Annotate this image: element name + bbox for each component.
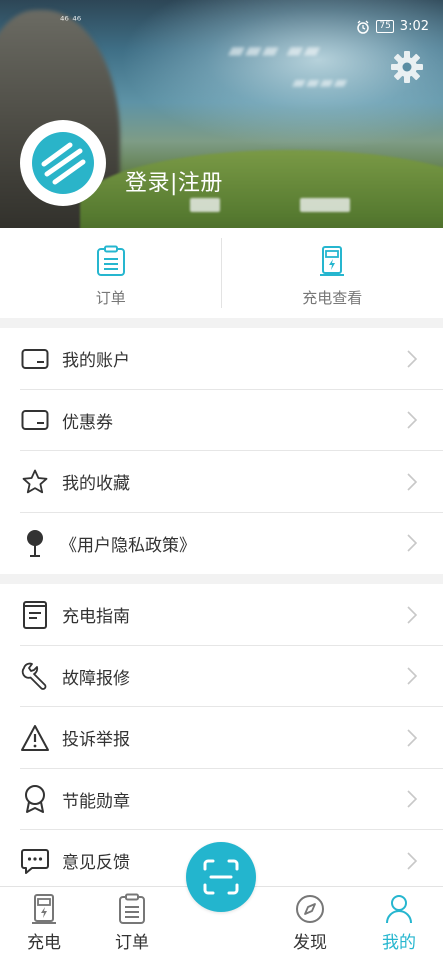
charger-station-icon bbox=[320, 245, 345, 276]
header-background-lettering: ▰▰▰ ▰▰ bbox=[228, 38, 321, 63]
chevron-right-icon bbox=[407, 729, 418, 747]
menu-item-fault-repair[interactable]: 故障报修 bbox=[0, 646, 443, 707]
pin-icon bbox=[27, 530, 43, 558]
menu-item-complaint-report[interactable]: 投诉举报 bbox=[0, 707, 443, 769]
menu-item-label: 意见反馈 bbox=[62, 853, 130, 874]
star-icon bbox=[22, 469, 48, 493]
status-bar: ⁴⁶ ⁴⁶ 75 3:02 bbox=[0, 0, 443, 34]
menu-item-label: 优惠券 bbox=[62, 412, 113, 433]
divider bbox=[221, 238, 222, 308]
medal-icon bbox=[25, 785, 45, 814]
nav-tab-label: 发现 bbox=[293, 933, 327, 953]
guide-book-icon bbox=[23, 600, 47, 629]
chevron-right-icon bbox=[407, 534, 418, 552]
settings-gear-icon[interactable] bbox=[390, 50, 424, 84]
avatar[interactable] bbox=[20, 120, 106, 206]
app-logo-icon bbox=[32, 132, 94, 194]
login-register-link[interactable]: 登录|注册 bbox=[125, 165, 223, 197]
menu-item-coupons[interactable]: 优惠券 bbox=[0, 390, 443, 451]
menu-group-account: 我的账户 优惠券 我的收藏 《用户隐私政策》 bbox=[0, 328, 443, 574]
battery-indicator: 75 bbox=[376, 20, 394, 33]
alarm-icon bbox=[357, 20, 370, 34]
order-clipboard-icon bbox=[119, 893, 145, 924]
menu-item-label: 《用户隐私政策》 bbox=[60, 535, 196, 556]
menu-item-label: 充电指南 bbox=[62, 607, 130, 628]
header-background-building bbox=[190, 198, 220, 212]
order-clipboard-icon bbox=[96, 245, 125, 276]
nav-tab-label: 充电 bbox=[27, 933, 61, 953]
menu-item-label: 故障报修 bbox=[62, 668, 130, 689]
status-time: 3:02 bbox=[399, 19, 429, 34]
nav-tab-label: 订单 bbox=[115, 933, 149, 953]
menu-item-label: 我的账户 bbox=[62, 351, 130, 372]
quick-actions: 订单 充电查看 bbox=[0, 228, 443, 318]
coupon-icon bbox=[21, 410, 49, 431]
profile-header: ▰▰▰ ▰▰ ▰▰▰▰ ⁴⁶ ⁴⁶ 75 3:02 登录|注册 bbox=[0, 0, 443, 228]
quick-action-label: 订单 bbox=[95, 288, 126, 307]
header-background-lettering: ▰▰▰▰ bbox=[292, 72, 348, 93]
menu-item-label: 节能勋章 bbox=[62, 791, 130, 812]
menu-item-energy-medal[interactable]: 节能勋章 bbox=[0, 769, 443, 830]
chevron-right-icon bbox=[407, 473, 418, 491]
nav-tab-mine[interactable]: 我的 bbox=[355, 887, 443, 960]
compass-icon bbox=[296, 895, 324, 923]
quick-action-label: 充电查看 bbox=[302, 288, 363, 307]
chevron-right-icon bbox=[407, 350, 418, 368]
wallet-icon bbox=[21, 348, 49, 369]
chevron-right-icon bbox=[407, 411, 418, 429]
chevron-right-icon bbox=[407, 790, 418, 808]
quick-action-charging-status[interactable]: 充电查看 bbox=[222, 228, 443, 318]
scan-button[interactable] bbox=[186, 842, 256, 912]
nav-tab-charging[interactable]: 充电 bbox=[0, 887, 88, 960]
wrench-icon bbox=[21, 662, 47, 691]
header-background-building bbox=[300, 198, 350, 212]
chat-bubble-icon bbox=[21, 848, 49, 874]
menu-item-my-account[interactable]: 我的账户 bbox=[0, 328, 443, 390]
nav-tab-orders[interactable]: 订单 bbox=[88, 887, 176, 960]
signal-indicator: ⁴⁶ ⁴⁶ bbox=[60, 14, 82, 27]
menu-item-charging-guide[interactable]: 充电指南 bbox=[0, 584, 443, 646]
chevron-right-icon bbox=[407, 667, 418, 685]
menu-item-favorites[interactable]: 我的收藏 bbox=[0, 451, 443, 513]
chevron-right-icon bbox=[407, 606, 418, 624]
user-icon bbox=[386, 895, 412, 924]
warning-icon bbox=[21, 724, 49, 751]
scan-icon bbox=[203, 859, 239, 895]
charger-station-icon bbox=[32, 894, 56, 924]
chevron-right-icon bbox=[407, 852, 418, 870]
menu-item-privacy-policy[interactable]: 《用户隐私政策》 bbox=[0, 513, 443, 575]
menu-item-label: 投诉举报 bbox=[62, 730, 130, 751]
nav-tab-discover[interactable]: 发现 bbox=[266, 887, 354, 960]
quick-action-orders[interactable]: 订单 bbox=[0, 228, 222, 318]
menu-item-label: 我的收藏 bbox=[62, 474, 130, 495]
nav-tab-label: 我的 bbox=[382, 933, 416, 953]
